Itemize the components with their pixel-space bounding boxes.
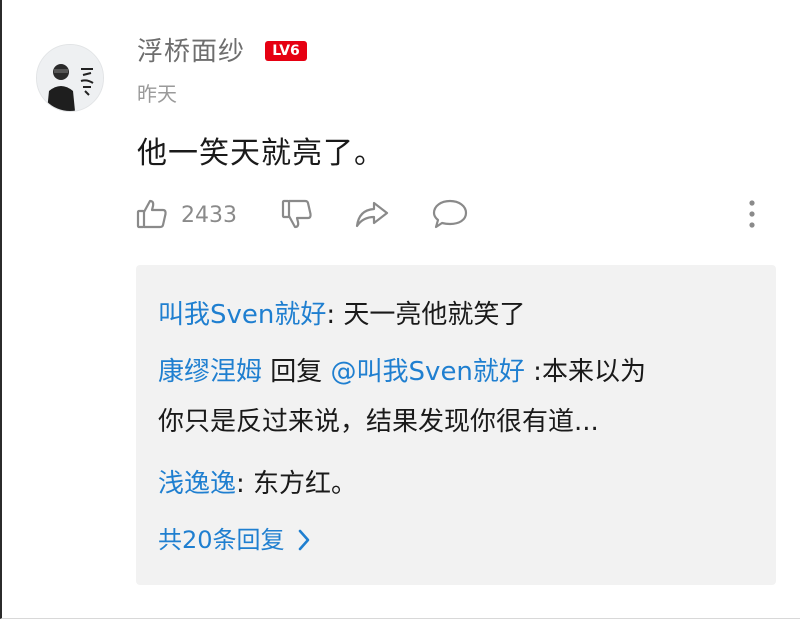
- thumbs-down-icon: [280, 197, 314, 235]
- more-replies-label: 共20条回复: [158, 526, 285, 554]
- comment-bubble-icon: [431, 197, 469, 235]
- reply-text: 天一亮他就笑了: [343, 300, 526, 330]
- reply-item[interactable]: 浅逸逸: 东方红。: [158, 464, 357, 504]
- reply-user[interactable]: 叫我Sven就好: [158, 300, 326, 330]
- comment-screen: 浮桥面纱 LV6 昨天 他一笑天就亮了。 2433 叫我Sven就好: 天一亮他…: [0, 0, 800, 619]
- chevron-right-icon: [297, 528, 311, 552]
- reply-text: :本来以为: [524, 357, 646, 387]
- reply-mention[interactable]: @叫我Sven就好: [331, 357, 525, 387]
- like-count: 2433: [181, 203, 237, 228]
- replies-box: 叫我Sven就好: 天一亮他就笑了 康缪涅姆 回复 @叫我Sven就好 :本来以…: [136, 265, 776, 585]
- reply-separator: :: [326, 300, 344, 330]
- reply-text-continued: 你只是反过来说，结果发现你很有道...: [158, 407, 599, 437]
- username[interactable]: 浮桥面纱: [137, 34, 245, 70]
- comment-text: 他一笑天就亮了。: [137, 136, 385, 171]
- more-options-button[interactable]: [742, 196, 762, 236]
- reply-button[interactable]: [431, 196, 469, 236]
- user-avatar-icon[interactable]: [36, 44, 104, 112]
- comment-time: 昨天: [137, 82, 177, 106]
- like-button[interactable]: 2433: [135, 196, 237, 236]
- view-all-replies-link[interactable]: 共20条回复: [158, 520, 311, 560]
- level-badge: LV6: [265, 41, 307, 61]
- reply-separator: :: [236, 469, 254, 499]
- thumbs-up-icon: [135, 197, 169, 235]
- share-button[interactable]: [354, 196, 390, 236]
- share-icon: [354, 197, 390, 235]
- dislike-button[interactable]: [280, 196, 314, 236]
- reply-text: 东方红。: [253, 469, 358, 499]
- reply-word: 回复: [262, 357, 331, 387]
- reply-user[interactable]: 康缪涅姆: [158, 357, 262, 387]
- reply-item[interactable]: 叫我Sven就好: 天一亮他就笑了: [158, 295, 525, 335]
- reply-user[interactable]: 浅逸逸: [158, 469, 236, 499]
- reply-item[interactable]: 康缪涅姆 回复 @叫我Sven就好 :本来以为: [158, 352, 646, 392]
- more-vertical-icon: [742, 196, 762, 236]
